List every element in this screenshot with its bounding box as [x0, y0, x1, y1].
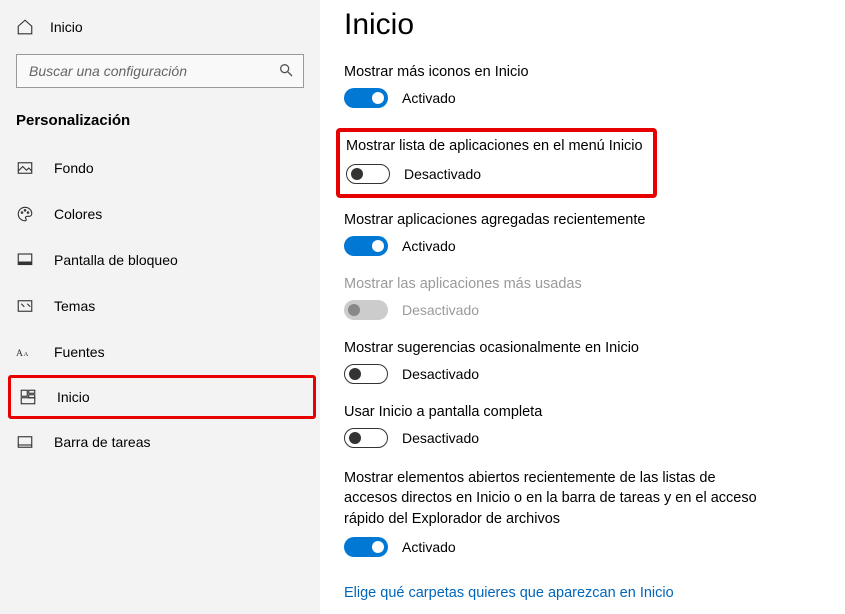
fonts-icon: AA: [16, 343, 34, 361]
setting-recent-items: Mostrar elementos abiertos recientemente…: [344, 468, 815, 557]
sidebar-item-colores[interactable]: Colores: [0, 191, 320, 237]
sidebar-item-inicio-highlight: Inicio: [0, 375, 320, 419]
setting-app-list-highlight: Mostrar lista de aplicaciones en el menú…: [336, 128, 657, 198]
setting-more-icons: Mostrar más iconos en Inicio Activado: [344, 64, 815, 108]
sidebar-item-temas[interactable]: Temas: [0, 283, 320, 329]
toggle-most-used: [344, 300, 388, 320]
toggle-state: Activado: [402, 238, 456, 254]
setting-fullscreen: Usar Inicio a pantalla completa Desactiv…: [344, 404, 815, 448]
toggle-recent-items[interactable]: [344, 537, 388, 557]
section-title: Personalización: [0, 106, 320, 145]
sidebar-item-taskbar[interactable]: Barra de tareas: [0, 419, 320, 465]
home-button[interactable]: Inicio: [0, 10, 320, 44]
toggle-more-icons[interactable]: [344, 88, 388, 108]
toggle-fullscreen[interactable]: [344, 428, 388, 448]
search-input[interactable]: [16, 54, 304, 88]
lockscreen-icon: [16, 251, 34, 269]
setting-label: Mostrar elementos abiertos recientemente…: [344, 468, 764, 529]
taskbar-icon: [16, 433, 34, 451]
setting-suggestions: Mostrar sugerencias ocasionalmente en In…: [344, 340, 815, 384]
toggle-state: Desactivado: [402, 366, 479, 382]
toggle-state: Desactivado: [402, 430, 479, 446]
sidebar-item-lockscreen[interactable]: Pantalla de bloqueo: [0, 237, 320, 283]
sidebar-item-inicio[interactable]: Inicio: [11, 378, 313, 416]
sidebar-item-fondo[interactable]: Fondo: [0, 145, 320, 191]
toggle-suggestions[interactable]: [344, 364, 388, 384]
toggle-state: Desactivado: [402, 302, 479, 318]
start-icon: [19, 388, 37, 406]
sidebar-item-label: Inicio: [57, 389, 90, 405]
sidebar-item-label: Colores: [54, 206, 102, 222]
setting-label: Mostrar aplicaciones agregadas recientem…: [344, 212, 815, 228]
toggle-state: Activado: [402, 90, 456, 106]
sidebar-item-label: Pantalla de bloqueo: [54, 252, 178, 268]
svg-text:A: A: [24, 351, 29, 358]
sidebar-item-fuentes[interactable]: AA Fuentes: [0, 329, 320, 375]
setting-recently-added: Mostrar aplicaciones agregadas recientem…: [344, 212, 815, 256]
main-panel: Inicio Mostrar más iconos en Inicio Acti…: [320, 0, 845, 614]
sidebar-item-label: Fuentes: [54, 344, 105, 360]
setting-label: Mostrar lista de aplicaciones en el menú…: [346, 138, 643, 154]
themes-icon: [16, 297, 34, 315]
toggle-app-list[interactable]: [346, 164, 390, 184]
toggle-state: Activado: [402, 539, 456, 555]
svg-text:A: A: [16, 348, 23, 359]
nav-list: Fondo Colores Pantalla de bloqueo Temas …: [0, 145, 320, 465]
setting-label: Mostrar sugerencias ocasionalmente en In…: [344, 340, 815, 356]
sidebar-item-label: Barra de tareas: [54, 434, 151, 450]
setting-label: Usar Inicio a pantalla completa: [344, 404, 815, 420]
image-icon: [16, 159, 34, 177]
setting-label: Mostrar las aplicaciones más usadas: [344, 276, 815, 292]
sidebar-item-label: Temas: [54, 298, 95, 314]
sidebar-item-label: Fondo: [54, 160, 94, 176]
search-icon: [278, 62, 296, 80]
home-label: Inicio: [50, 19, 83, 35]
setting-most-used: Mostrar las aplicaciones más usadas Desa…: [344, 276, 815, 320]
toggle-state: Desactivado: [404, 166, 481, 182]
palette-icon: [16, 205, 34, 223]
choose-folders-link[interactable]: Elige qué carpetas quieres que aparezcan…: [344, 585, 674, 601]
search-wrap: [16, 54, 304, 88]
setting-label: Mostrar más iconos en Inicio: [344, 64, 815, 80]
page-title: Inicio: [344, 8, 815, 42]
toggle-recently-added[interactable]: [344, 236, 388, 256]
home-icon: [16, 18, 34, 36]
sidebar: Inicio Personalización Fondo Colores Pan…: [0, 0, 320, 614]
